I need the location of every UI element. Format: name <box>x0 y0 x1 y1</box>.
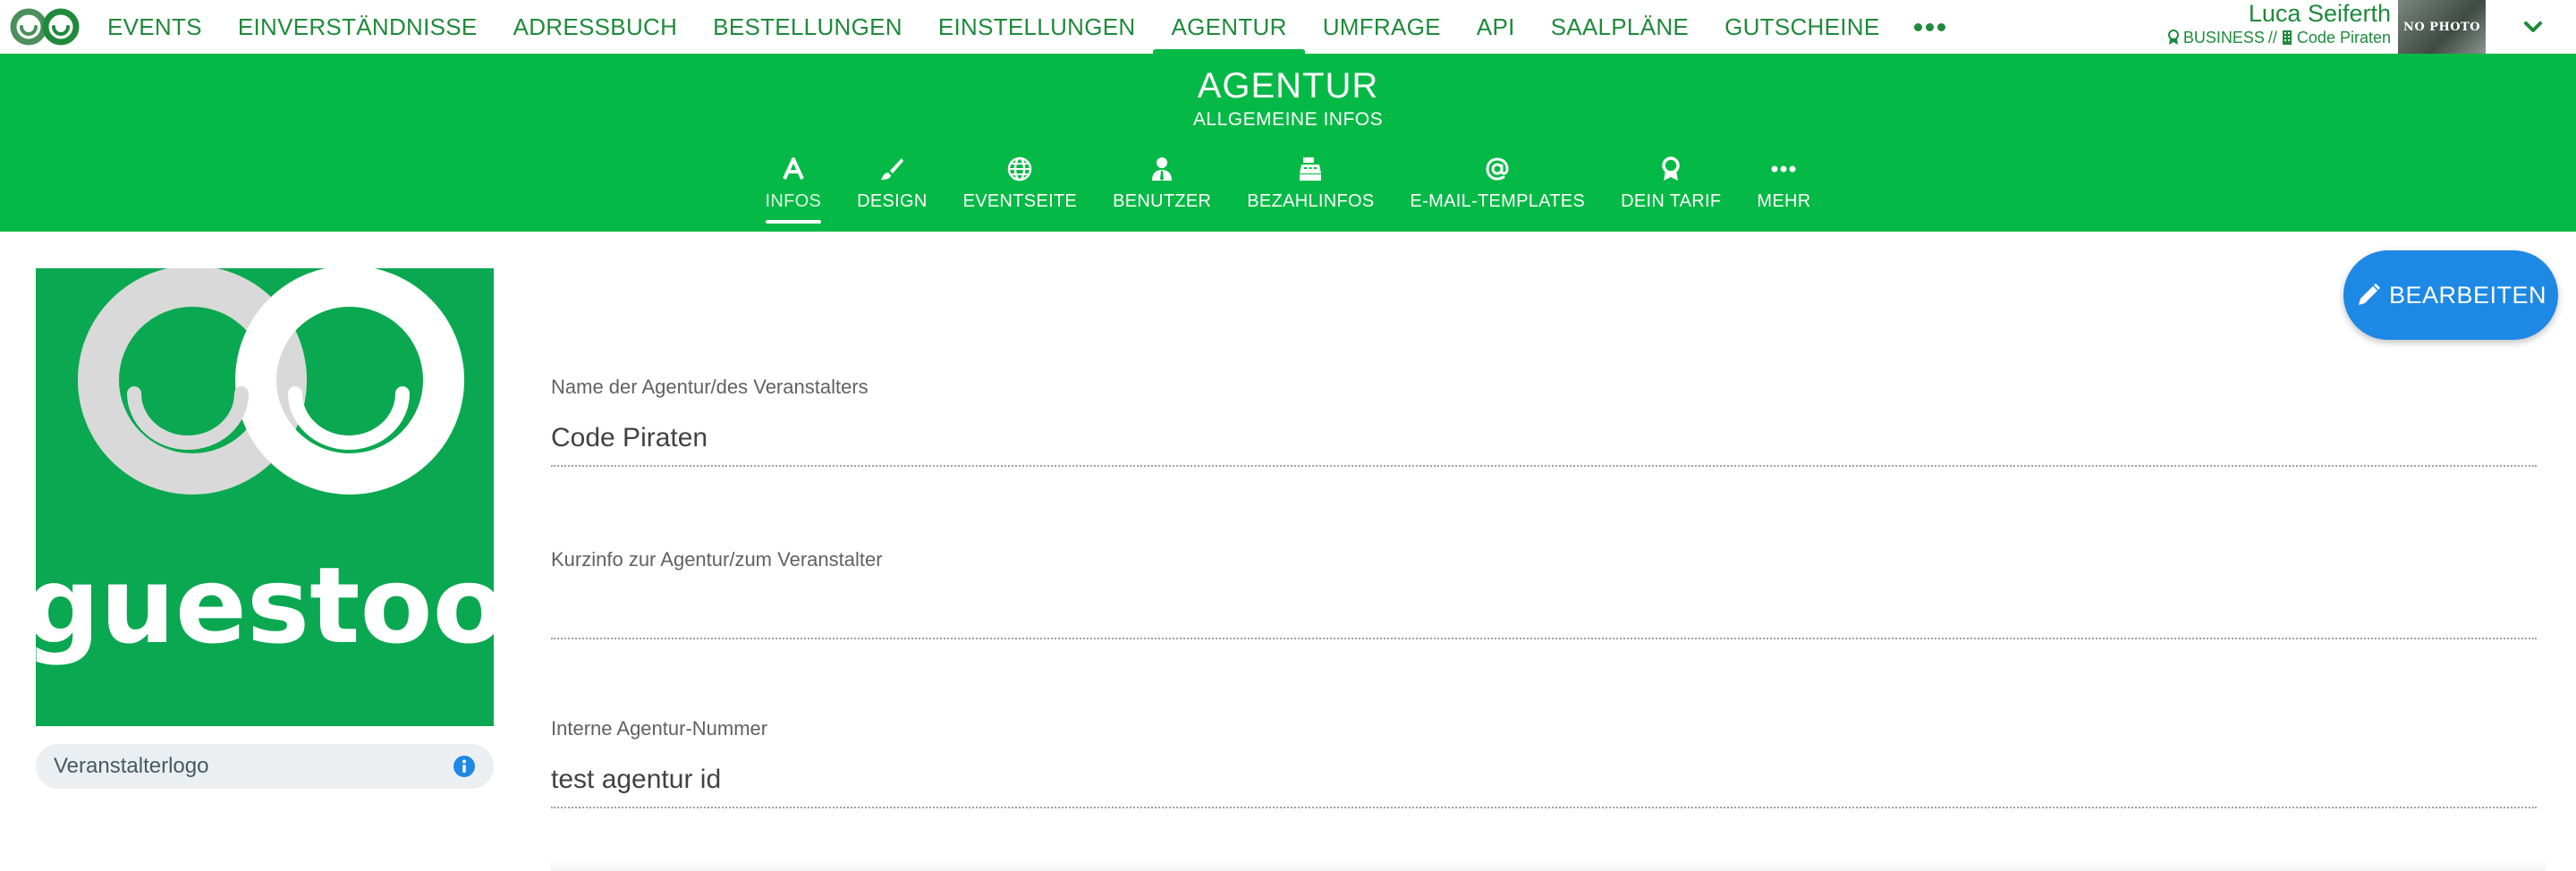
at-icon <box>1486 157 1509 181</box>
cash-register-icon <box>1300 157 1322 181</box>
avatar-placeholder-text: NO PHOTO <box>2402 20 2481 34</box>
avatar[interactable]: NO PHOTO <box>2398 0 2486 54</box>
more-dots-icon[interactable] <box>1898 0 1962 54</box>
nav-item-einstellungen[interactable]: EINSTELLUNGEN <box>920 0 1154 54</box>
field-value: Code Piraten <box>551 423 708 452</box>
nav-item-bestellungen[interactable]: BESTELLUNGEN <box>695 0 920 54</box>
page-header: AGENTUR ALLGEMEINE INFOS INFOS DESIGN EV… <box>0 54 2576 232</box>
tab-label: EVENTSEITE <box>962 191 1078 211</box>
tab-benutzer[interactable]: BENUTZER <box>1095 154 1229 229</box>
field-value: test agentur id <box>551 765 722 794</box>
logo-caption: Veranstalterlogo <box>36 744 494 789</box>
pencil-icon <box>2358 283 2380 305</box>
page-subtitle: ALLGEMEINE INFOS <box>1192 109 1384 130</box>
logo-caption-label: Veranstalterlogo <box>54 754 209 778</box>
logo-wordmark: guestoo <box>36 544 494 667</box>
building-icon <box>2282 30 2292 45</box>
tab-bezahlinfos[interactable]: BEZAHLINFOS <box>1229 154 1392 229</box>
chevron-down-icon[interactable] <box>2521 14 2546 39</box>
field-label: Name der Agentur/des Veranstalters <box>551 376 869 398</box>
edit-button[interactable]: BEARBEITEN <box>2343 250 2558 340</box>
field-label: Kurzinfo zur Agentur/zum Veranstalter <box>551 548 883 571</box>
user-name: Luca Seiferth <box>2248 0 2391 27</box>
user-plan: BUSINESS <box>2182 29 2265 47</box>
award-icon <box>1662 156 1680 181</box>
nav-item-adressbuch[interactable]: ADRESSBUCH <box>496 0 696 54</box>
nav-item-saalplaene[interactable]: SAALPLÄNE <box>1533 0 1707 54</box>
guestoo-logo-icon[interactable] <box>9 7 80 47</box>
field-agency-short-info: Kurzinfo zur Agentur/zum Veranstalter <box>551 548 2537 639</box>
tab-label: E-MAIL-TEMPLATES <box>1410 191 1586 211</box>
award-icon <box>2167 30 2179 45</box>
user-tie-icon <box>1152 157 1173 181</box>
field-agency-name: Name der Agentur/des Veranstalters Code … <box>551 376 2537 467</box>
user-plan-line: BUSINESS // Code Piraten <box>2167 28 2391 47</box>
field-label: Interne Agentur-Nummer <box>551 717 768 740</box>
field-divider <box>551 807 2537 808</box>
info-icon[interactable] <box>453 755 476 778</box>
paintbrush-icon <box>881 158 904 180</box>
content-card-edge <box>551 858 2546 871</box>
page-title: AGENTUR <box>1197 66 1379 106</box>
font-a-icon <box>783 157 804 180</box>
user-separator: // <box>2267 29 2277 47</box>
user-company: Code Piraten <box>2296 29 2391 47</box>
tab-design[interactable]: DESIGN <box>839 154 945 229</box>
organizer-logo-image[interactable]: guestoo <box>24 266 505 726</box>
tab-eventseite[interactable]: EVENTSEITE <box>945 154 1095 229</box>
field-divider <box>551 638 2537 639</box>
tab-label: BENUTZER <box>1113 191 1212 211</box>
nav-item-agentur[interactable]: AGENTUR <box>1153 0 1305 54</box>
main-menu: EVENTS EINVERSTÄNDNISSE ADRESSBUCH BESTE… <box>89 0 1962 54</box>
tab-label: BEZAHLINFOS <box>1247 191 1375 211</box>
globe-icon <box>1008 156 1032 182</box>
field-divider <box>551 465 2537 467</box>
nav-item-gutscheine[interactable]: GUTSCHEINE <box>1707 0 1897 54</box>
field-internal-agency-number: Interne Agentur-Nummer test agentur id <box>551 717 2537 808</box>
tab-dein-tarif[interactable]: DEIN TARIF <box>1603 154 1739 229</box>
nav-item-umfrage[interactable]: UMFRAGE <box>1305 0 1459 54</box>
nav-item-api[interactable]: API <box>1459 0 1533 54</box>
nav-item-einverstaendnisse[interactable]: EINVERSTÄNDNISSE <box>220 0 496 54</box>
tab-label: DESIGN <box>857 191 928 211</box>
section-tabs: INFOS DESIGN EVENTSEITE BENUTZER BEZAHLI… <box>0 154 2576 229</box>
tab-label: INFOS <box>765 191 822 211</box>
tab-label: MEHR <box>1757 191 1811 211</box>
edit-button-label: BEARBEITEN <box>2388 281 2547 309</box>
field-value <box>551 593 2537 629</box>
tab-label: DEIN TARIF <box>1621 191 1722 211</box>
top-navigation-bar: EVENTS EINVERSTÄNDNISSE ADRESSBUCH BESTE… <box>0 0 2576 54</box>
more-dots-icon <box>1771 165 1796 173</box>
tab-mehr[interactable]: MEHR <box>1739 154 1828 229</box>
tab-e-mail-templates[interactable]: E-MAIL-TEMPLATES <box>1393 154 1604 229</box>
tab-infos[interactable]: INFOS <box>748 154 840 229</box>
guestoo-logo-icon: guestoo <box>24 266 505 667</box>
user-info[interactable]: Luca Seiferth BUSINESS // Code Piraten <box>2167 0 2391 54</box>
nav-item-events[interactable]: EVENTS <box>89 0 220 54</box>
